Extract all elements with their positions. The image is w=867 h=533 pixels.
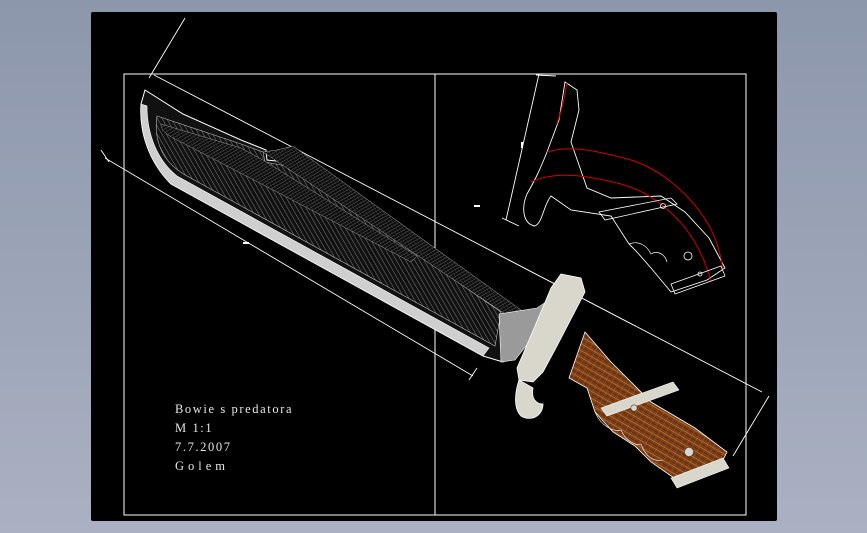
drawing-date: 7.7.2007 <box>175 440 232 454</box>
handle-scale <box>568 331 728 481</box>
detail-outline <box>523 81 726 293</box>
drawing-author: Golem <box>175 459 230 473</box>
cad-viewport[interactable]: Bowie s predatora M 1:1 7.7.2007 Golem <box>91 12 777 521</box>
rivet-lower <box>684 447 694 457</box>
drawing-title: Bowie s predatora <box>175 402 294 416</box>
title-block: Bowie s predatora M 1:1 7.7.2007 Golem <box>175 400 293 476</box>
guard-quillon <box>515 379 544 419</box>
guard <box>515 273 586 419</box>
handle <box>568 331 730 489</box>
blade <box>140 89 550 363</box>
handle-detail-view <box>523 81 726 295</box>
rivet-upper <box>630 404 638 412</box>
drawing-scale: M 1:1 <box>175 421 214 435</box>
